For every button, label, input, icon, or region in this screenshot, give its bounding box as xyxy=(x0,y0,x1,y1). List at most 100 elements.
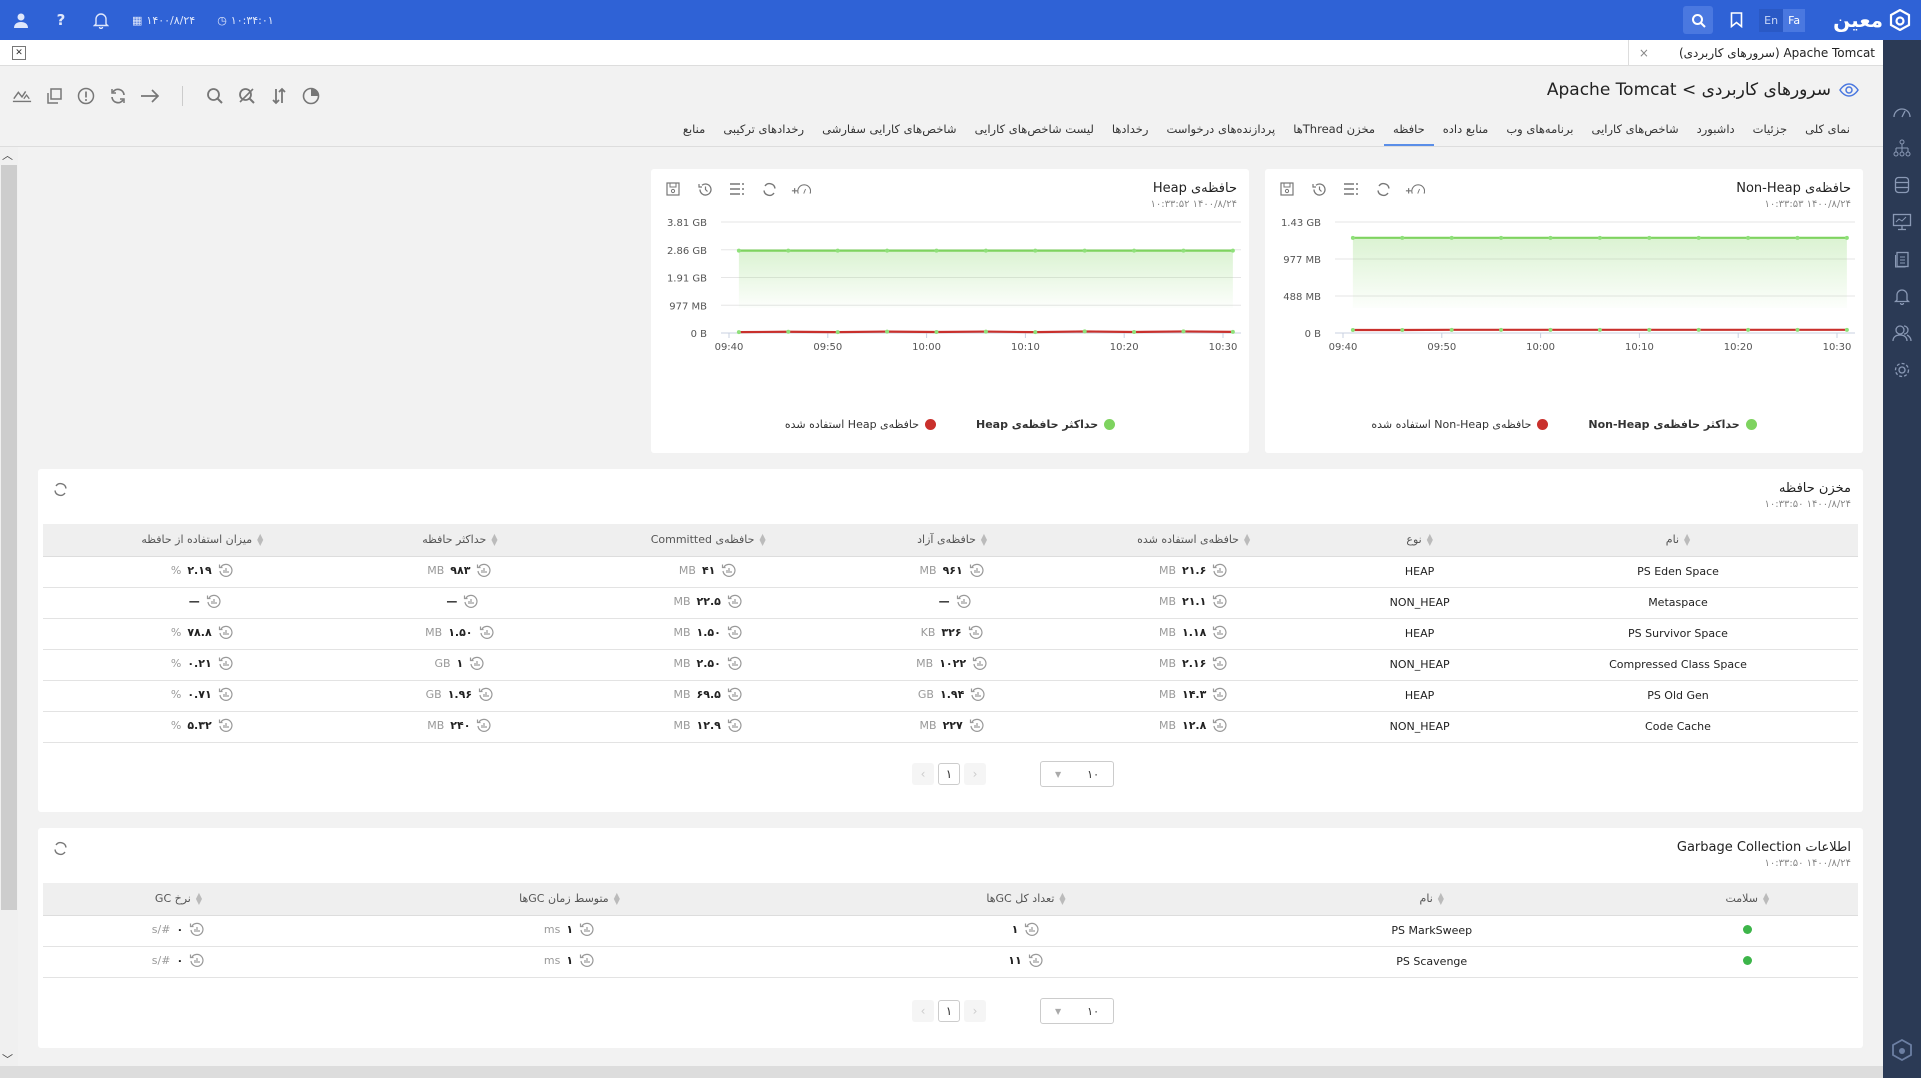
legend-item[interactable]: حداکثر حافظه‌ی Heap xyxy=(976,418,1116,431)
sort-icon[interactable]: ▲ ▼ xyxy=(759,533,765,547)
history-chart-icon[interactable] xyxy=(479,624,495,640)
data-point[interactable] xyxy=(1132,330,1137,335)
data-point[interactable] xyxy=(1696,235,1701,240)
tab-10[interactable]: لیست شاخص‌های کارایی xyxy=(966,116,1103,146)
column-header[interactable]: ▲ ▼تعداد کل GCها xyxy=(825,883,1227,916)
sort-icon[interactable]: ▲ ▼ xyxy=(981,533,987,547)
data-point[interactable] xyxy=(1597,235,1602,240)
data-point[interactable] xyxy=(1449,327,1454,332)
lang-fa-button[interactable]: Fa xyxy=(1783,8,1806,32)
prev-page-button[interactable]: ‹ xyxy=(912,763,934,785)
data-point[interactable] xyxy=(1033,330,1038,335)
column-header[interactable]: ▲ ▼حافظه‌ی Committed xyxy=(558,524,859,557)
data-point[interactable] xyxy=(1746,327,1751,332)
data-point[interactable] xyxy=(1548,235,1553,240)
column-header[interactable]: ▲ ▼نام xyxy=(1226,883,1637,916)
data-point[interactable] xyxy=(1548,327,1553,332)
bell-icon[interactable] xyxy=(92,11,110,29)
refresh-icon[interactable] xyxy=(50,479,70,499)
pie-chart-icon[interactable] xyxy=(301,86,321,106)
sidebar-item-monitor[interactable] xyxy=(1883,203,1921,240)
history-chart-icon[interactable] xyxy=(189,952,205,968)
sort-icon[interactable]: ▲ ▼ xyxy=(491,533,497,547)
next-page-button[interactable]: › xyxy=(964,763,986,785)
close-all-tabs-button[interactable]: ✕ xyxy=(12,46,26,60)
history-chart-icon[interactable] xyxy=(969,562,985,578)
data-point[interactable] xyxy=(1844,327,1849,332)
data-point[interactable] xyxy=(1795,235,1800,240)
history-chart-icon[interactable] xyxy=(1024,921,1040,937)
history-chart-icon[interactable] xyxy=(579,952,595,968)
history-chart-icon[interactable] xyxy=(727,593,743,609)
sidebar-item-database[interactable] xyxy=(1883,166,1921,203)
history-chart-icon[interactable] xyxy=(579,921,595,937)
history-chart-icon[interactable] xyxy=(478,686,494,702)
history-chart-icon[interactable] xyxy=(1212,717,1228,733)
sort-icon[interactable]: ▲ ▼ xyxy=(1059,892,1065,906)
data-point[interactable] xyxy=(983,329,988,334)
data-point[interactable] xyxy=(1082,329,1087,334)
tab-11[interactable]: شاخص‌های کارایی سفارشی xyxy=(813,116,965,146)
history-chart-icon[interactable] xyxy=(218,655,234,671)
tab-9[interactable]: رخدادها xyxy=(1103,116,1158,146)
data-point[interactable] xyxy=(1181,248,1186,253)
tab-6[interactable]: حافظه xyxy=(1384,116,1434,146)
history-chart-icon[interactable] xyxy=(476,717,492,733)
history-chart-icon[interactable] xyxy=(968,624,984,640)
data-point[interactable] xyxy=(835,248,840,253)
data-point[interactable] xyxy=(786,248,791,253)
data-point[interactable] xyxy=(885,329,890,334)
legend-item[interactable]: حافظه‌ی Non-Heap استفاده شده xyxy=(1371,418,1549,431)
tab-5[interactable]: منابع داده xyxy=(1434,116,1498,146)
tab-12[interactable]: رخدادهای ترکیبی xyxy=(714,116,813,146)
sort-icon[interactable]: ▲ ▼ xyxy=(257,533,263,547)
data-point[interactable] xyxy=(934,330,939,335)
history-chart-icon[interactable] xyxy=(972,655,988,671)
column-header[interactable]: ▲ ▼نوع xyxy=(1341,524,1498,557)
data-point[interactable] xyxy=(1033,248,1038,253)
vertical-scrollbar[interactable]: ︿ ﹀ xyxy=(0,147,18,1067)
data-point[interactable] xyxy=(1844,235,1849,240)
history-chart-icon[interactable] xyxy=(476,562,492,578)
page-size-select[interactable]: ▼ ۱۰ xyxy=(1040,998,1114,1024)
tab-0[interactable]: نمای کلی xyxy=(1796,116,1859,146)
history-chart-icon[interactable] xyxy=(969,717,985,733)
sidebar-item-users[interactable] xyxy=(1883,314,1921,351)
scroll-down-icon[interactable]: ﹀ xyxy=(2,1051,13,1067)
history-chart-icon[interactable] xyxy=(727,717,743,733)
column-header[interactable]: ▲ ▼سلامت xyxy=(1636,883,1858,916)
history-chart-icon[interactable] xyxy=(469,655,485,671)
user-icon[interactable] xyxy=(12,11,30,29)
column-header[interactable]: ▲ ▼نام xyxy=(1497,524,1858,557)
column-header[interactable]: ▲ ▼میزان استفاده از حافظه xyxy=(43,524,362,557)
tab-4[interactable]: برنامه‌های وب xyxy=(1497,116,1582,146)
tab-1[interactable]: جزئیات xyxy=(1744,116,1796,146)
sidebar-item-dashboard[interactable] xyxy=(1883,92,1921,129)
arrow-right-icon[interactable] xyxy=(140,86,160,106)
clear-search-icon[interactable] xyxy=(237,86,257,106)
column-header[interactable]: ▲ ▼حداکثر حافظه xyxy=(361,524,559,557)
data-point[interactable] xyxy=(1230,248,1235,253)
scroll-thumb[interactable] xyxy=(1,165,17,910)
current-page[interactable]: ۱ xyxy=(938,763,960,785)
history-chart-icon[interactable] xyxy=(218,686,234,702)
close-tab-icon[interactable]: × xyxy=(1639,46,1649,60)
search-button[interactable] xyxy=(1683,6,1714,34)
sidebar-item-topology[interactable] xyxy=(1883,129,1921,166)
sort-icon[interactable]: ▲ ▼ xyxy=(1438,892,1444,906)
search-icon[interactable] xyxy=(205,86,225,106)
sort-icon[interactable]: ▲ ▼ xyxy=(1763,892,1769,906)
scroll-up-icon[interactable]: ︿ xyxy=(2,147,13,163)
history-chart-icon[interactable] xyxy=(218,717,234,733)
data-point[interactable] xyxy=(1350,235,1355,240)
open-tab[interactable]: × Apache Tomcat (سرورهای کاربردی) xyxy=(1627,40,1883,66)
history-chart-icon[interactable] xyxy=(206,593,222,609)
sort-icon[interactable]: ▲ ▼ xyxy=(1427,533,1433,547)
data-point[interactable] xyxy=(736,330,741,335)
data-point[interactable] xyxy=(1647,235,1652,240)
bookmark-button[interactable] xyxy=(1721,6,1751,34)
sort-icon[interactable]: ▲ ▼ xyxy=(1684,533,1690,547)
history-chart-icon[interactable] xyxy=(218,624,234,640)
history-chart-icon[interactable] xyxy=(970,686,986,702)
legend-item[interactable]: حافظه‌ی Heap استفاده شده xyxy=(785,418,936,431)
